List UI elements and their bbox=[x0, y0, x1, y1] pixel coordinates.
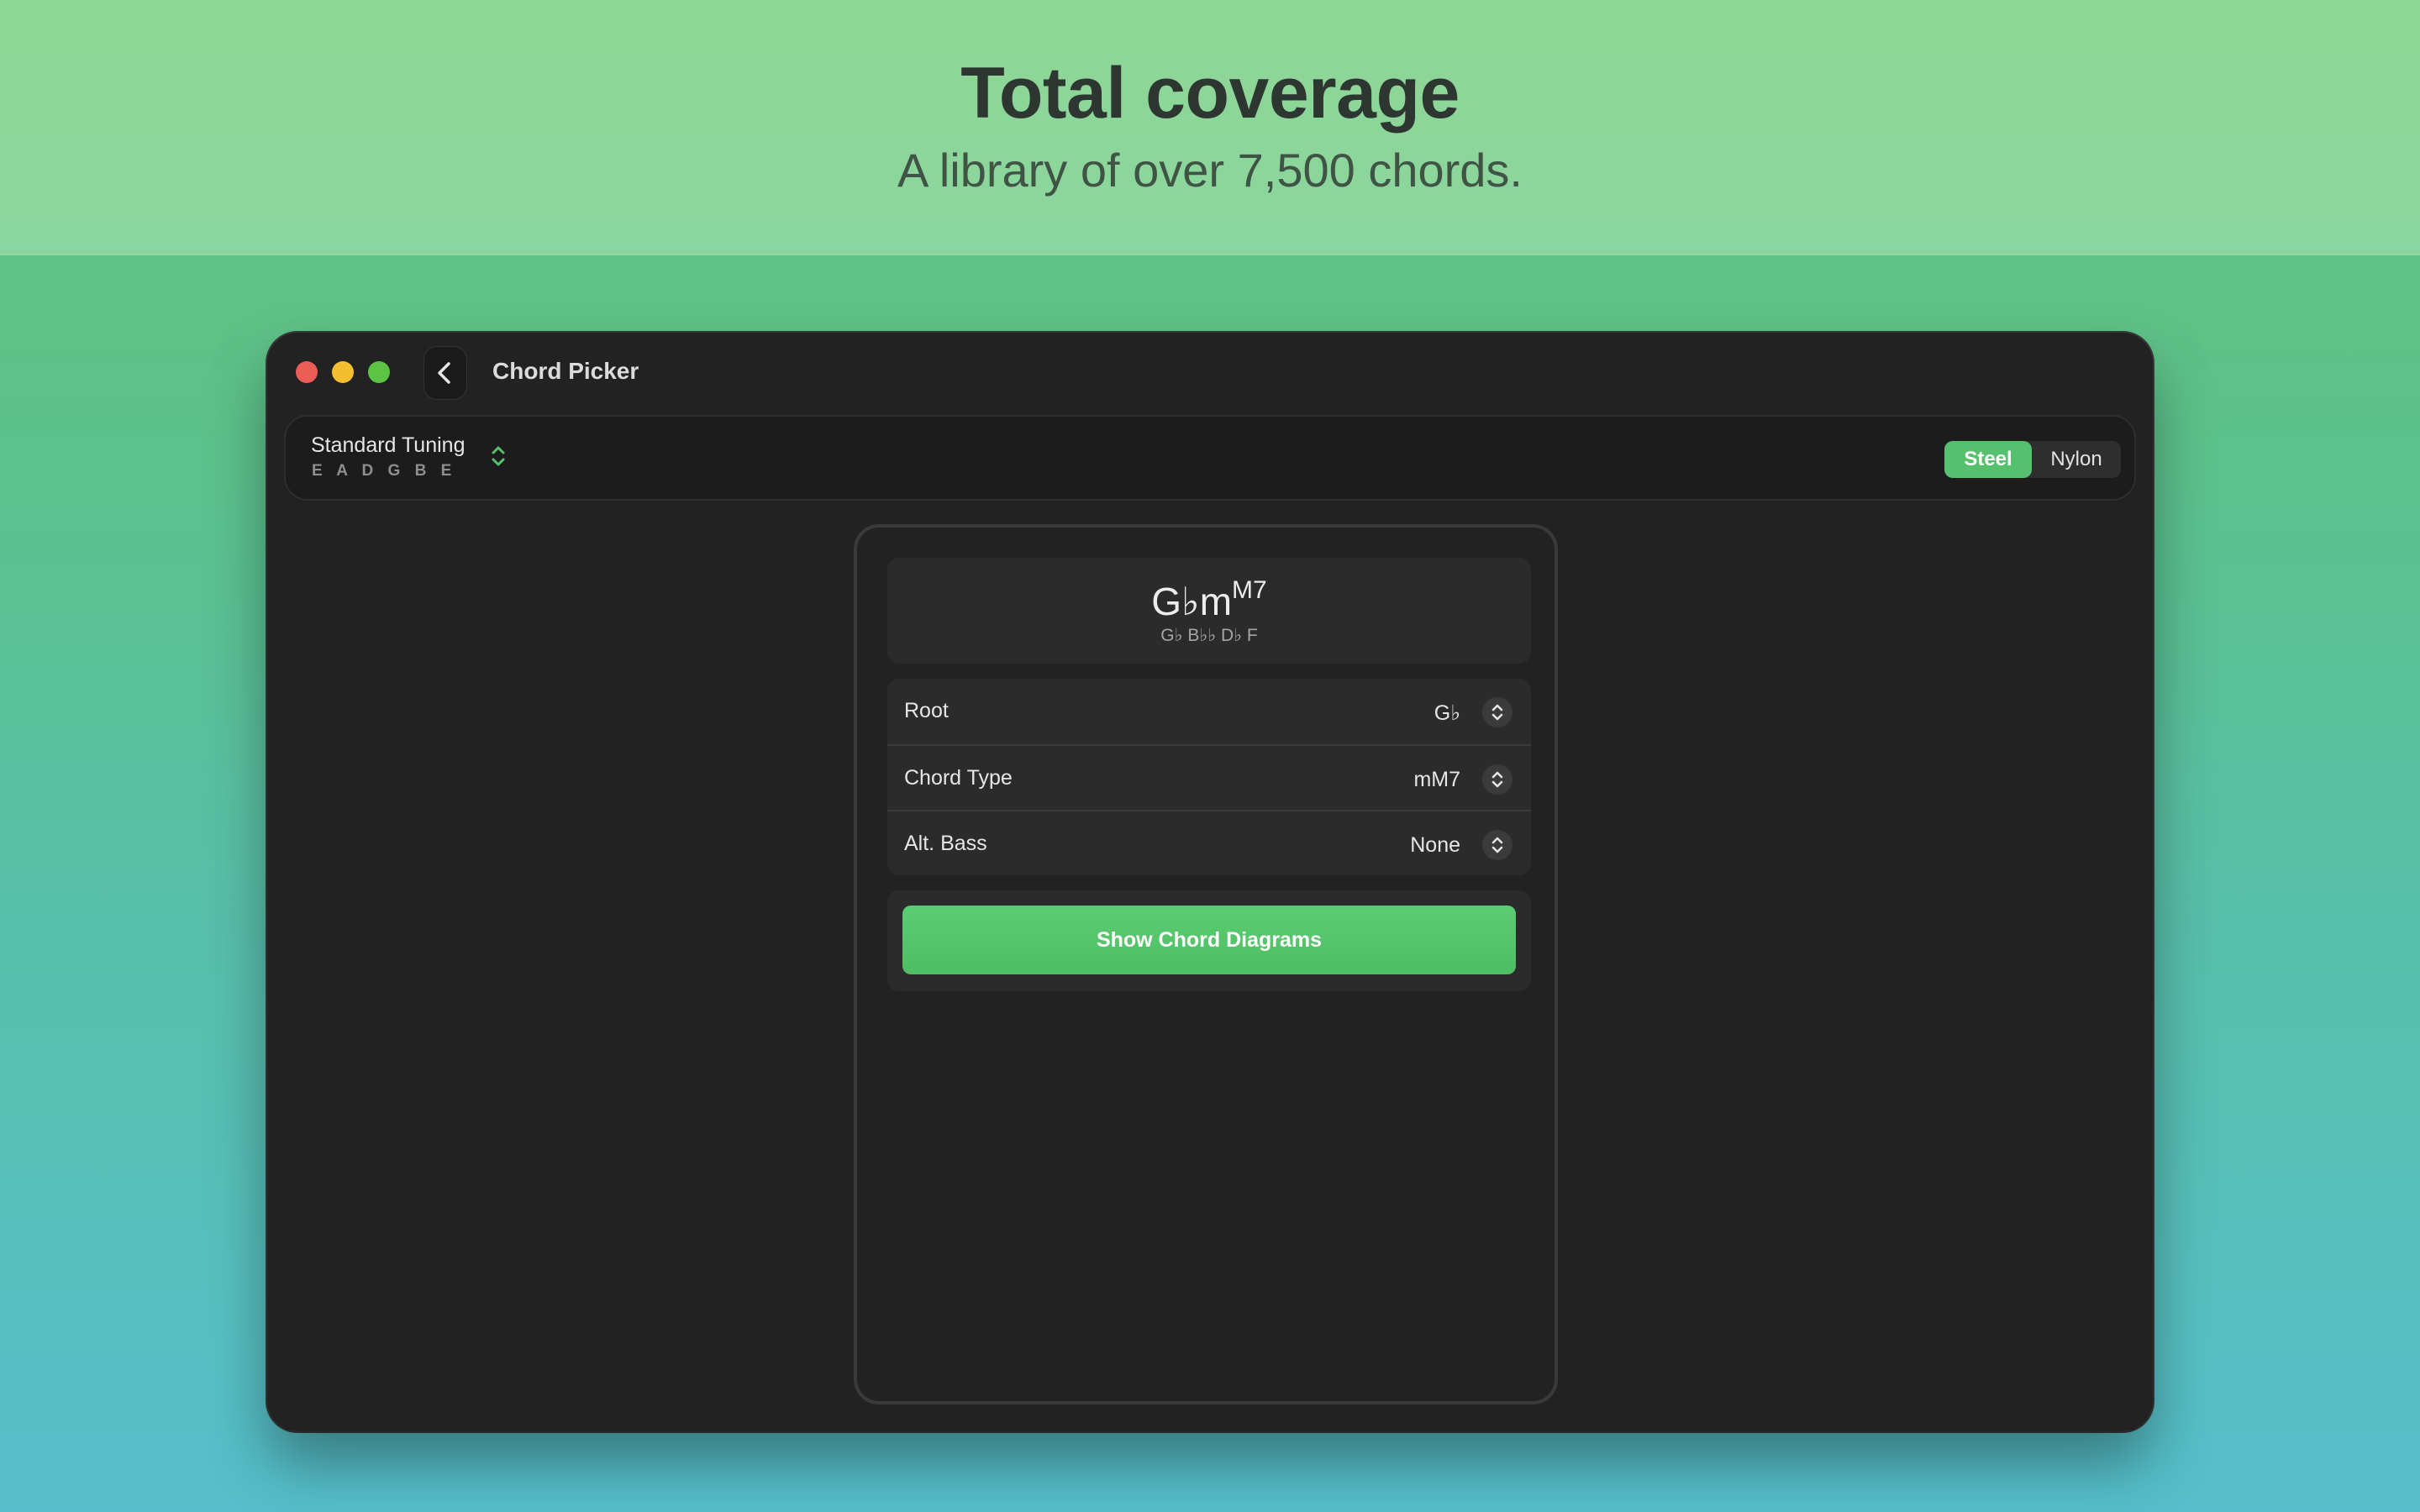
chord-notes: G♭ B♭♭ D♭ F bbox=[1160, 626, 1258, 645]
action-section: Show Chord Diagrams bbox=[887, 890, 1531, 991]
root-label: Root bbox=[904, 699, 949, 722]
segment-steel[interactable]: Steel bbox=[1944, 441, 2032, 478]
alt-bass-stepper-icon[interactable] bbox=[1482, 830, 1512, 860]
alt-bass-row[interactable]: Alt. Bass None bbox=[887, 810, 1531, 877]
app-window: Chord Picker Standard Tuning E A D G B E… bbox=[267, 333, 2153, 1431]
banner-title: Total coverage bbox=[960, 53, 1460, 134]
chord-base: G♭m bbox=[1151, 580, 1233, 623]
root-value: G♭ bbox=[1434, 701, 1460, 725]
tuning-selector-chevron-icon[interactable] bbox=[489, 444, 508, 473]
promo-banner: Total coverage A library of over 7,500 c… bbox=[0, 0, 2420, 255]
title-bar: Chord Picker bbox=[267, 333, 2153, 413]
chord-quality-superscript: M7 bbox=[1232, 576, 1267, 604]
chord-picker-panel: G♭mM7 G♭ B♭♭ D♭ F Root G♭ Chord Type mM7… bbox=[854, 524, 1558, 1404]
banner-subtitle: A library of over 7,500 chords. bbox=[897, 144, 1523, 197]
chord-settings: Root G♭ Chord Type mM7 Alt. Bass None bbox=[887, 679, 1531, 875]
toolbar: Standard Tuning E A D G B E Steel Nylon bbox=[284, 415, 2136, 501]
root-stepper-icon[interactable] bbox=[1482, 697, 1512, 727]
chord-name: G♭mM7 bbox=[887, 576, 1531, 624]
tuning-name[interactable]: Standard Tuning bbox=[311, 433, 465, 458]
chord-display: G♭mM7 G♭ B♭♭ D♭ F bbox=[887, 558, 1531, 664]
close-window-button[interactable] bbox=[296, 361, 318, 383]
tuning-notes: E A D G B E bbox=[312, 462, 457, 480]
show-chord-diagrams-button[interactable]: Show Chord Diagrams bbox=[902, 906, 1516, 974]
alt-bass-label: Alt. Bass bbox=[904, 832, 987, 855]
segment-nylon[interactable]: Nylon bbox=[2032, 441, 2121, 478]
alt-bass-value: None bbox=[1410, 833, 1460, 857]
window-title: Chord Picker bbox=[492, 358, 639, 384]
chord-type-value: mM7 bbox=[1413, 768, 1460, 791]
root-row[interactable]: Root G♭ bbox=[887, 679, 1531, 744]
back-button[interactable] bbox=[424, 346, 467, 400]
chord-type-label: Chord Type bbox=[904, 766, 1013, 790]
chord-type-stepper-icon[interactable] bbox=[1482, 764, 1512, 795]
chord-type-row[interactable]: Chord Type mM7 bbox=[887, 744, 1531, 811]
zoom-window-button[interactable] bbox=[368, 361, 390, 383]
minimize-window-button[interactable] bbox=[332, 361, 354, 383]
string-type-segmented-control: Steel Nylon bbox=[1944, 441, 2121, 478]
